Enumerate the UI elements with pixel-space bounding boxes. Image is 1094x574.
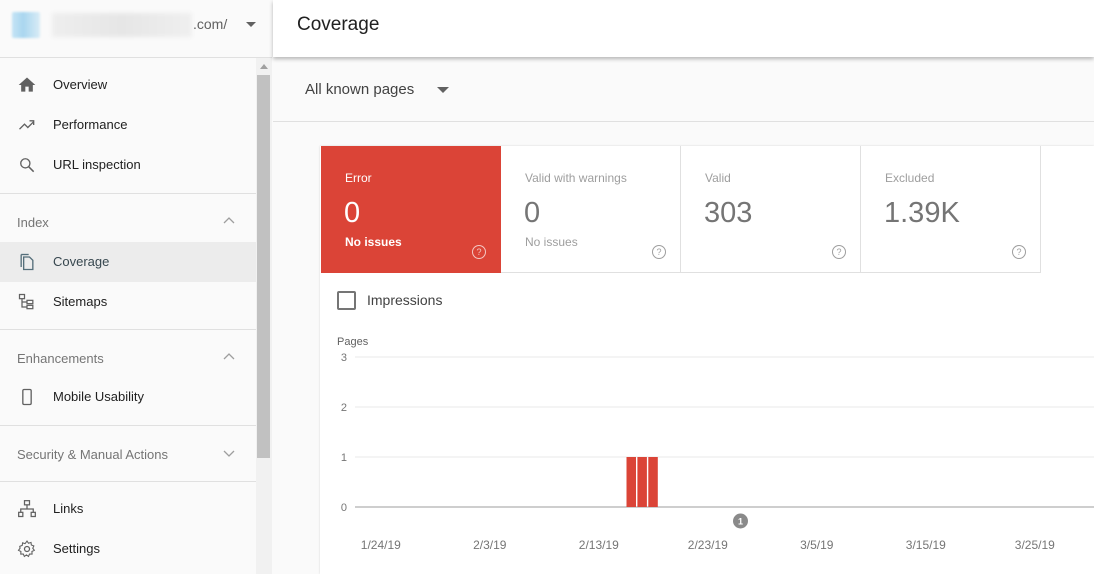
property-url-suffix: .com/ — [193, 16, 228, 32]
card-value: 0 — [344, 197, 361, 229]
card-title: Valid — [705, 171, 731, 185]
home-icon — [18, 77, 36, 92]
section-label: Index — [17, 215, 49, 230]
help-icon[interactable]: ? — [832, 245, 846, 259]
annotation-marker[interactable]: 1 — [733, 513, 748, 529]
sidebar-item-label: Links — [53, 501, 84, 516]
sidebar-nav: Overview Performance URL inspection Inde… — [0, 58, 256, 574]
section-label: Security & Manual Actions — [17, 447, 169, 462]
annotation-label: 1 — [738, 517, 743, 527]
sidebar-item-label: Sitemaps — [53, 294, 108, 309]
coverage-chart: Pages 0 1 2 3 1/24/19 2/3/19 2/13/19 2/23/19 3/… — [337, 336, 1094, 552]
y-tick-label: 1 — [341, 452, 347, 464]
x-tick-label: 3/25/19 — [1015, 538, 1055, 552]
divider — [0, 481, 256, 482]
scroll-up-arrow-icon[interactable] — [260, 64, 268, 69]
section-label: Enhancements — [17, 351, 104, 366]
impressions-label: Impressions — [367, 292, 443, 308]
help-icon[interactable]: ? — [652, 245, 666, 259]
chart-bar — [637, 457, 647, 507]
sidebar-item-label: Mobile Usability — [53, 389, 145, 404]
card-value: 0 — [524, 197, 541, 229]
page-header: Coverage — [273, 0, 1094, 57]
trending-up-icon — [19, 120, 35, 130]
page-filter-dropdown[interactable]: All known pages — [305, 81, 414, 98]
filter-bar: All known pages — [273, 57, 1094, 122]
sidebar-item-label: URL inspection — [53, 157, 141, 172]
card-value: 1.39K — [884, 197, 960, 229]
x-tick-label: 3/15/19 — [906, 538, 946, 552]
sidebar-scrollbar[interactable] — [256, 58, 272, 574]
sidebar-item-overview[interactable]: Overview — [0, 65, 256, 105]
y-tick-label: 3 — [341, 352, 347, 364]
section-security-toggle[interactable]: Security & Manual Actions — [0, 426, 256, 482]
card-valid-with-warnings[interactable]: Valid with warnings 0 No issues ? — [501, 146, 681, 273]
sidebar-item-performance[interactable]: Performance — [0, 105, 256, 145]
sitemap-icon — [18, 293, 34, 310]
sidebar-item-label: Settings — [53, 541, 100, 556]
y-axis-label: Pages — [337, 336, 369, 348]
sidebar-item-sitemaps[interactable]: Sitemaps — [0, 282, 256, 322]
card-excluded[interactable]: Excluded 1.39K ? — [861, 146, 1041, 273]
y-tick-label: 2 — [341, 402, 347, 414]
card-title: Excluded — [885, 171, 935, 185]
copy-pages-icon — [20, 253, 34, 271]
page-title: Coverage — [297, 14, 380, 35]
card-valid[interactable]: Valid 303 ? — [681, 146, 861, 273]
help-icon[interactable]: ? — [1012, 245, 1026, 259]
x-tick-label: 2/3/19 — [473, 538, 507, 552]
chart-bar — [626, 457, 636, 507]
sidebar-item-coverage[interactable]: Coverage — [0, 242, 256, 282]
help-icon[interactable]: ? — [472, 245, 486, 259]
property-selector[interactable]: .com/ — [0, 0, 272, 58]
chevron-down-icon — [223, 450, 235, 457]
property-favicon — [12, 12, 40, 38]
card-value: 303 — [704, 197, 753, 229]
card-title: Error — [345, 171, 372, 185]
x-tick-label: 2/13/19 — [579, 538, 619, 552]
x-tick-label: 1/24/19 — [361, 538, 401, 552]
chart-bar — [648, 457, 658, 507]
settings-icon — [17, 540, 36, 558]
sidebar-item-settings[interactable]: Settings — [0, 529, 256, 569]
sidebar-item-label: Overview — [53, 77, 108, 92]
search-icon — [20, 158, 35, 173]
sidebar-item-links[interactable]: Links — [0, 489, 256, 529]
caret-down-icon[interactable] — [437, 87, 449, 93]
sidebar-item-mobile-usability[interactable]: Mobile Usability — [0, 377, 256, 417]
card-title: Valid with warnings — [525, 171, 627, 185]
caret-down-icon[interactable] — [246, 22, 256, 27]
scrollbar-thumb[interactable] — [257, 75, 270, 458]
search-console-coverage: .com/ Overview Performance URL inspectio… — [0, 0, 1094, 574]
x-tick-label: 3/5/19 — [800, 538, 834, 552]
impressions-toggle[interactable]: Impressions — [337, 290, 442, 310]
card-error[interactable]: Error 0 No issues ? — [321, 146, 501, 273]
sidebar-item-label: Performance — [53, 117, 128, 132]
smartphone-icon — [22, 388, 32, 406]
impressions-checkbox[interactable] — [337, 290, 356, 310]
card-subtitle: No issues — [525, 235, 578, 249]
links-icon — [18, 500, 36, 518]
y-tick-label: 0 — [341, 502, 347, 514]
chevron-up-icon — [223, 217, 235, 224]
card-subtitle: No issues — [345, 235, 402, 249]
property-url-redacted — [52, 13, 192, 37]
sidebar: .com/ Overview Performance URL inspectio… — [0, 0, 272, 574]
sidebar-item-label: Coverage — [53, 254, 110, 269]
sidebar-item-url-inspection[interactable]: URL inspection — [0, 145, 256, 185]
x-tick-label: 2/23/19 — [688, 538, 728, 552]
chevron-up-icon — [223, 353, 235, 360]
